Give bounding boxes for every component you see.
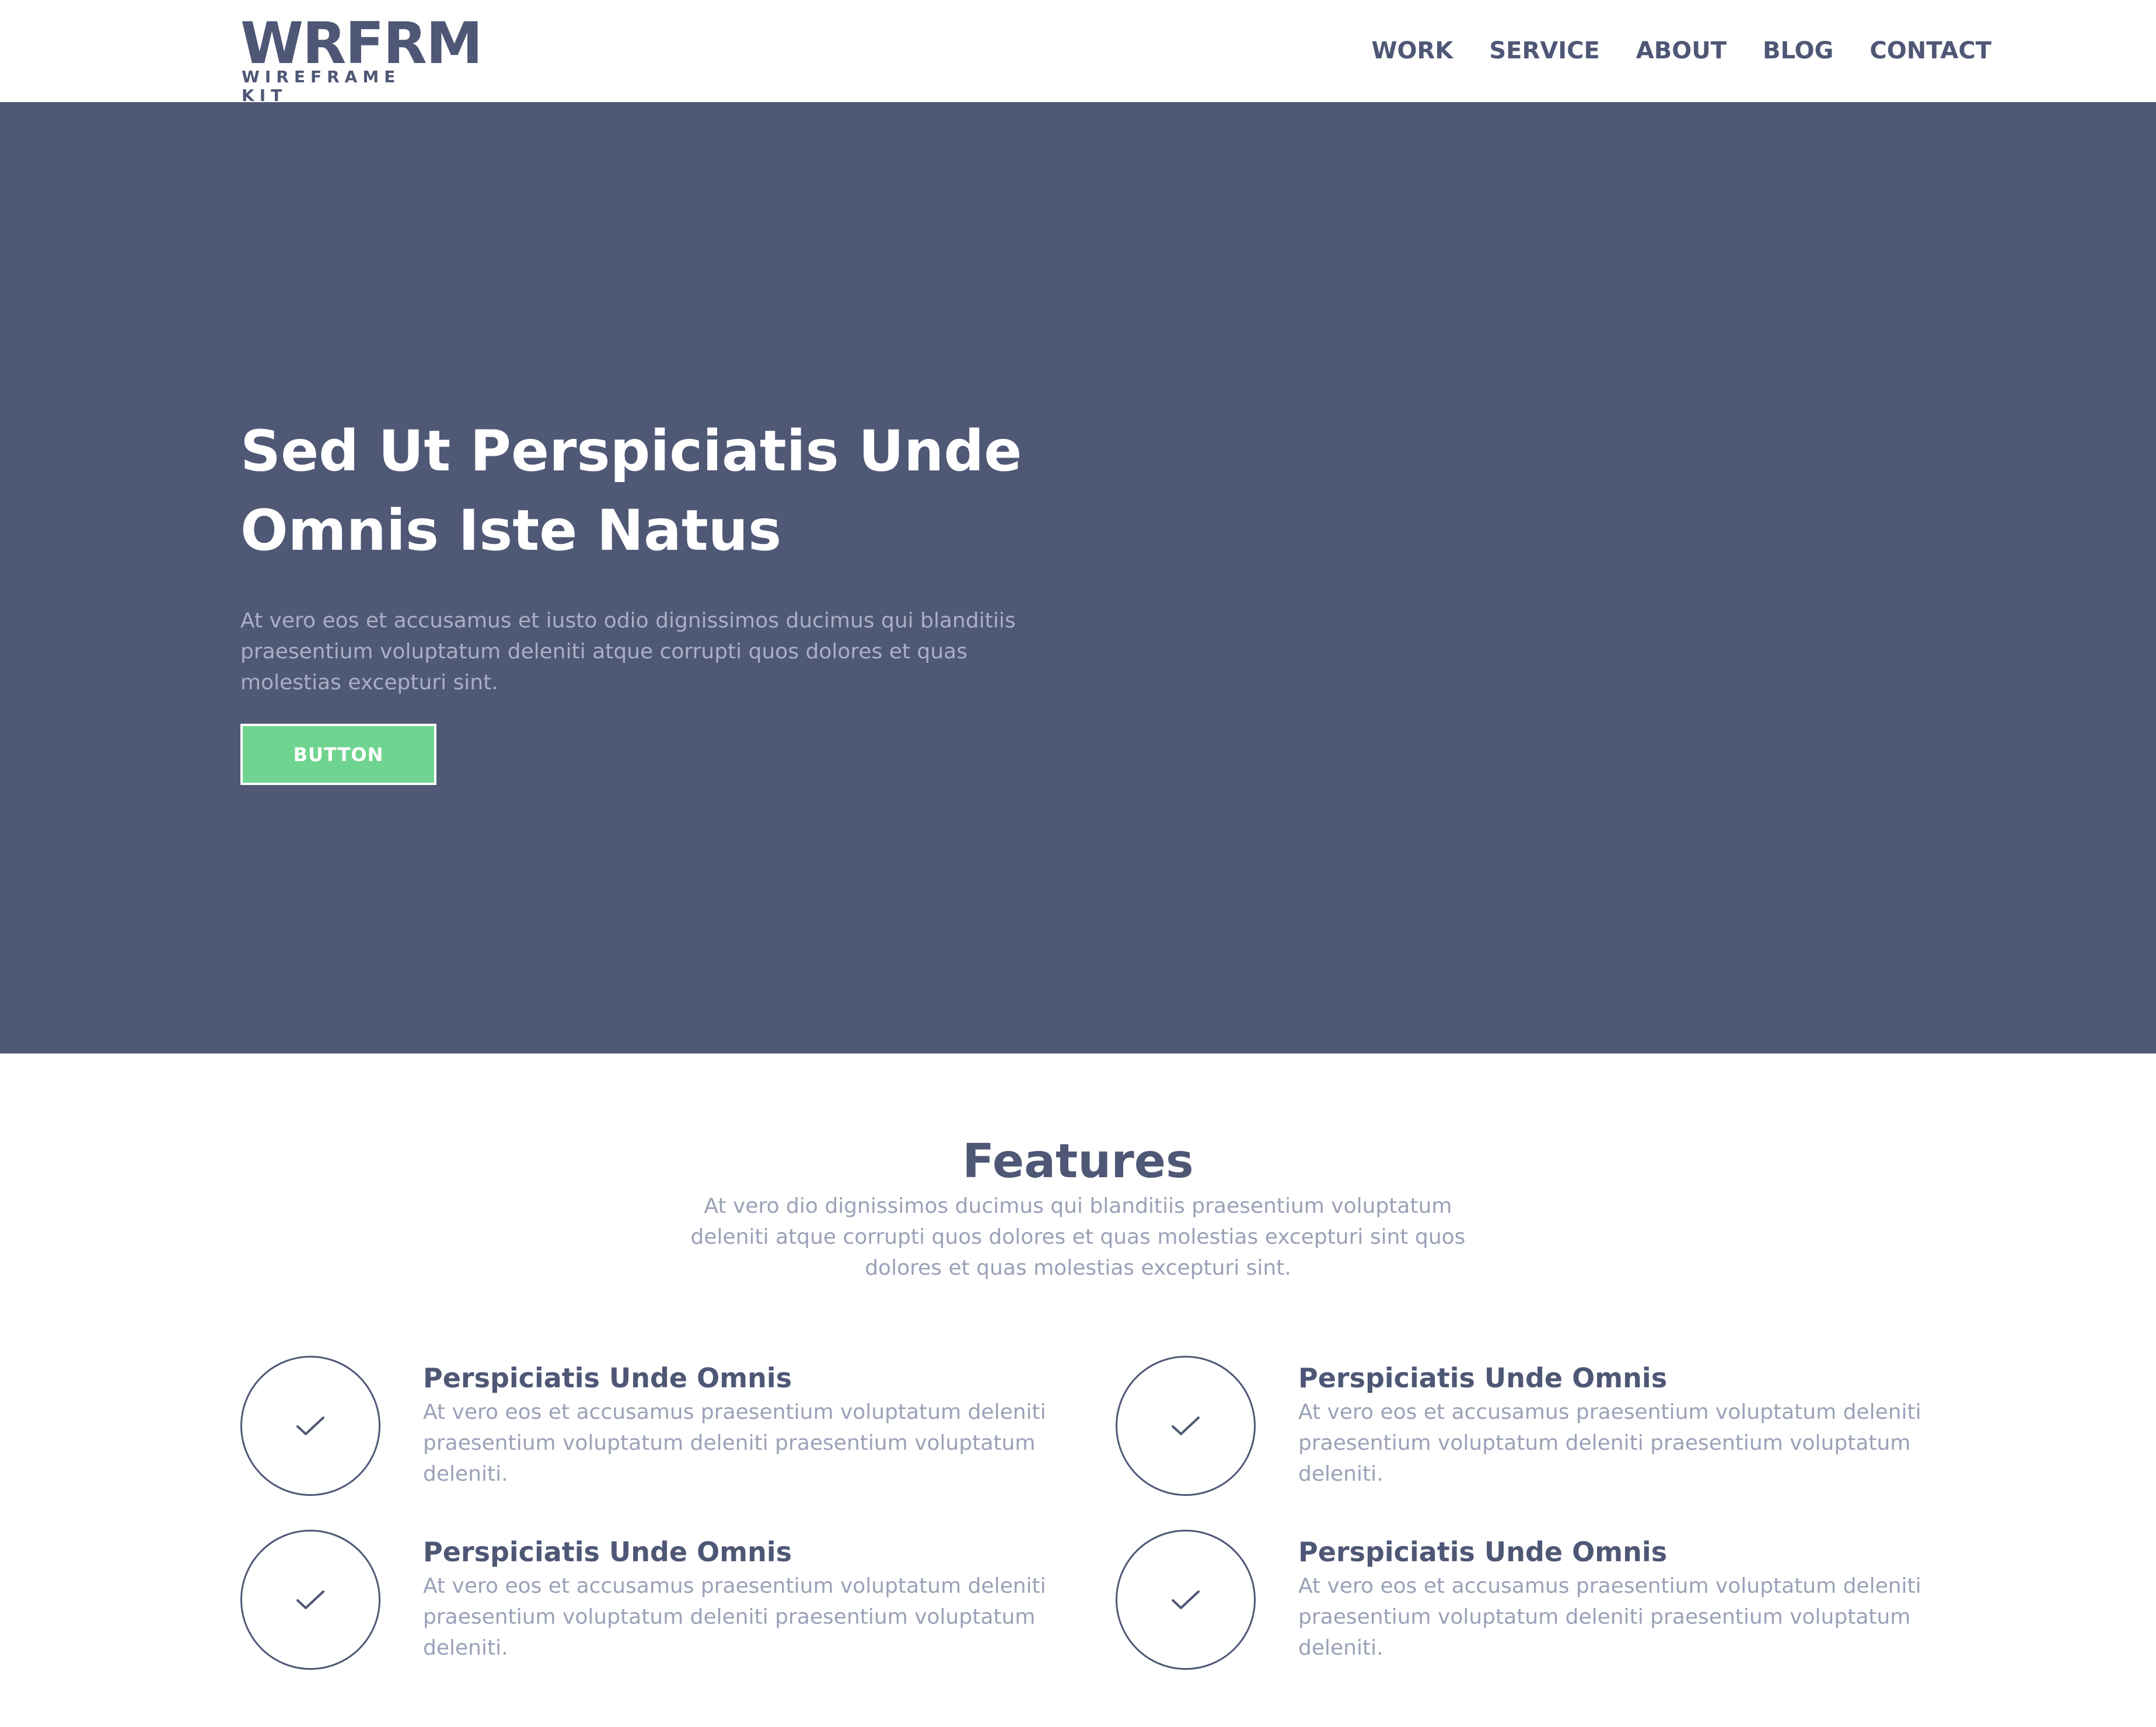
hero-section: Sed Ut Perspiciatis Unde Omnis Iste Natu… — [0, 102, 2156, 1053]
feature-item: Perspiciatis Unde Omnis At vero eos et a… — [240, 1530, 1116, 1670]
feature-icon-circle — [1116, 1530, 1256, 1670]
feature-item: Perspiciatis Unde Omnis At vero eos et a… — [240, 1356, 1116, 1496]
features-description: At vero dio dignissimos ducimus qui blan… — [690, 1194, 1466, 1280]
check-icon — [1172, 1417, 1200, 1435]
check-icon — [296, 1590, 324, 1609]
feature-title: Perspiciatis Unde Omnis — [423, 1362, 792, 1394]
logo-tagline: WIREFRAME KIT — [242, 67, 401, 105]
features-title: Features — [962, 1134, 1194, 1188]
feature-icon-circle — [1116, 1356, 1256, 1496]
feature-title: Perspiciatis Unde Omnis — [1298, 1536, 1668, 1568]
nav-link-blog[interactable]: BLOG — [1763, 36, 1833, 65]
feature-description: At vero eos et accusamus praesentium vol… — [1298, 1574, 1921, 1660]
hero-title: Sed Ut Perspiciatis Unde Omnis Iste Natu… — [240, 418, 1022, 563]
check-icon — [296, 1417, 324, 1435]
feature-description: At vero eos et accusamus praesentium vol… — [423, 1574, 1046, 1660]
feature-description: At vero eos et accusamus praesentium vol… — [423, 1400, 1046, 1486]
feature-icon-circle — [240, 1356, 380, 1496]
nav-link-about[interactable]: ABOUT — [1636, 36, 1727, 65]
feature-title: Perspiciatis Unde Omnis — [423, 1536, 792, 1568]
hero-cta-button[interactable]: BUTTON — [240, 724, 436, 785]
feature-item: Perspiciatis Unde Omnis At vero eos et a… — [1116, 1356, 1991, 1496]
feature-title: Perspiciatis Unde Omnis — [1298, 1362, 1668, 1394]
brand-logo[interactable]: WRFRM WIREFRAME KIT — [240, 15, 483, 105]
feature-description: At vero eos et accusamus praesentium vol… — [1298, 1400, 1921, 1486]
feature-icon-circle — [240, 1530, 380, 1670]
logo-wordmark: WRFRM — [240, 11, 483, 77]
nav-link-contact[interactable]: CONTACT — [1870, 36, 1991, 65]
hero-description: At vero eos et accusamus et iusto odio d… — [240, 609, 1016, 695]
nav-link-service[interactable]: SERVICE — [1489, 36, 1599, 65]
main-nav: WORK SERVICE ABOUT BLOG CONTACT — [1371, 36, 1991, 65]
top-navbar: WRFRM WIREFRAME KIT WORK SERVICE ABOUT B… — [0, 0, 2156, 105]
check-icon — [1172, 1590, 1200, 1609]
feature-item: Perspiciatis Unde Omnis At vero eos et a… — [1116, 1530, 1991, 1670]
nav-link-work[interactable]: WORK — [1371, 36, 1453, 65]
